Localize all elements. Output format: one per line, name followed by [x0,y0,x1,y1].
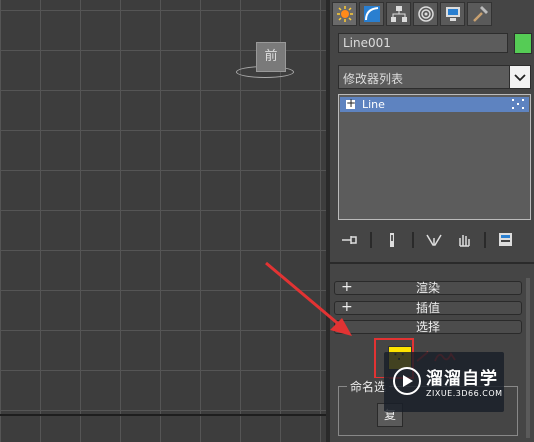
object-color-swatch[interactable] [514,33,532,54]
pin-stack-button[interactable] [340,231,360,249]
tab-motion[interactable] [413,2,438,26]
create-sun-icon [336,6,353,22]
viewcube[interactable]: 前 [236,38,296,78]
tab-create[interactable] [332,2,357,26]
stack-item-label: Line [362,98,385,111]
hand-icon [459,235,470,247]
modifier-list-dropdown[interactable]: 修改器列表 [338,65,531,89]
rollout-rendering[interactable]: + 渲染 [334,279,522,295]
expand-plus-icon[interactable] [346,95,355,112]
tab-display[interactable] [440,2,465,26]
front-viewport[interactable]: 前 [0,0,326,442]
named-selections-label: 命名选 [347,378,390,395]
object-name-field[interactable]: Line001 [338,33,508,53]
stack-toolbar [340,231,530,249]
watermark-url: ZIXUE.3D66.COM [426,389,503,398]
play-logo-icon [393,367,421,395]
utilities-hammer-icon [472,6,488,22]
panel-divider [330,262,534,264]
chevron-down-icon [514,74,526,82]
configure-modifier-sets-button[interactable] [496,231,516,249]
rollout-title: 选择 [415,320,440,334]
viewcube-front-face[interactable]: 前 [256,42,286,72]
motion-icon [417,6,434,22]
toolbar-separator [484,232,486,248]
remove-modifier-button[interactable] [454,231,474,249]
command-panel-tabs [332,2,492,26]
tab-utilities[interactable] [467,2,492,26]
watermark-title: 溜溜自学 [426,369,498,389]
rollout-interpolation[interactable]: + 插值 [334,299,522,315]
show-end-result-button[interactable] [382,231,402,249]
modify-arc-icon [363,6,380,22]
display-icon [445,7,460,21]
toolbar-separator [370,232,372,248]
rollout-title: 插值 [415,301,440,315]
panel-scrollbar[interactable] [526,278,530,438]
end-result-icon [390,233,394,247]
make-unique-button[interactable] [424,231,444,249]
make-unique-icon [426,234,442,246]
modifier-stack[interactable]: Line [338,94,531,220]
show-end-result-icon[interactable] [511,98,525,110]
configure-icon [499,233,512,246]
hierarchy-icon [390,6,407,22]
rollout-selection[interactable]: 选择 [334,320,522,334]
toolbar-separator [412,232,414,248]
pin-icon [342,236,357,244]
viewport-horizon-line [0,414,326,416]
tab-modify[interactable] [359,2,384,26]
modifier-list-label: 修改器列表 [343,72,404,86]
tab-hierarchy[interactable] [386,2,411,26]
watermark: 溜溜自学 ZIXUE.3D66.COM [384,352,504,412]
dropdown-arrow-button[interactable] [509,66,530,88]
stack-item-line[interactable]: Line [340,95,529,112]
rollout-title: 渲染 [415,281,440,295]
